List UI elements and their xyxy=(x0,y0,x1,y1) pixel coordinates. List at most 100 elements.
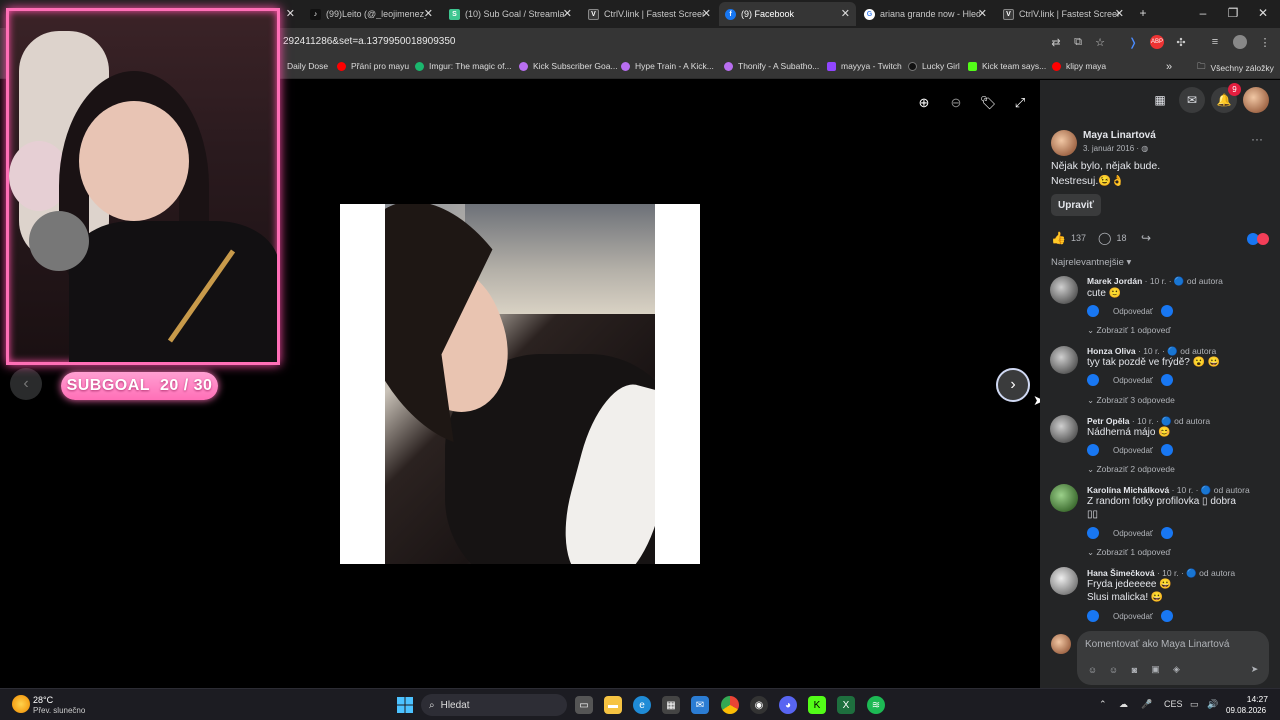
new-tab-button[interactable]: + xyxy=(1133,6,1153,20)
like-stat[interactable]: 👍 137 xyxy=(1051,231,1086,245)
github-icon[interactable]: ◉ xyxy=(750,696,768,714)
install-app-icon[interactable]: ⧉ xyxy=(1071,35,1085,49)
bookmark-item[interactable]: mayyya - Twitch xyxy=(827,61,902,71)
tab-close-partial[interactable]: ✕ xyxy=(283,2,297,26)
zoom-out-icon[interactable]: ⊖ xyxy=(944,91,968,115)
bookmark-item[interactable]: Thonify - A Subatho... xyxy=(724,61,819,71)
bookmark-item[interactable]: Kick team says... xyxy=(968,61,1046,71)
commenter-name[interactable]: Honza Oliva · 10 r. · 🔵 od autora xyxy=(1087,346,1216,357)
reply-link[interactable]: Odpovedať xyxy=(1113,612,1153,621)
commenter-name[interactable]: Marek Jordán · 10 r. · 🔵 od autora xyxy=(1087,276,1223,287)
windows-start-icon[interactable] xyxy=(396,696,414,714)
bookmark-item[interactable]: Hype Train - A Kick... xyxy=(621,61,714,71)
tab-streamlabs[interactable]: S (10) Sub Goal / Streamlabs ✕ xyxy=(443,2,578,26)
bookmark-item[interactable]: Imgur: The magic of... xyxy=(415,61,512,71)
commenter-avatar[interactable] xyxy=(1050,415,1078,443)
reply-link[interactable]: Odpovedať xyxy=(1113,446,1153,455)
reply-link[interactable]: Odpovedať xyxy=(1113,376,1153,385)
reading-list-icon[interactable]: ≡ xyxy=(1208,35,1222,49)
file-explorer-icon[interactable]: ▬ xyxy=(604,696,622,714)
account-avatar[interactable] xyxy=(1243,87,1269,113)
reply-link[interactable]: Odpovedať xyxy=(1113,529,1153,538)
adblock-icon[interactable]: ABP xyxy=(1150,35,1164,49)
commenter-name[interactable]: Hana Šimečková · 10 r. · 🔵 od autora xyxy=(1087,568,1235,579)
commenter-avatar[interactable] xyxy=(1050,276,1078,304)
tag-icon[interactable]: 🏷 xyxy=(976,91,1000,115)
bookmark-item[interactable]: Lucky Girl xyxy=(908,61,960,71)
volume-icon[interactable]: 🔊 xyxy=(1207,699,1218,710)
gif-icon[interactable]: ▣ xyxy=(1150,664,1161,675)
edit-post-button[interactable]: Upraviť xyxy=(1051,194,1101,216)
weather-sun-icon[interactable] xyxy=(12,695,30,713)
next-photo-button[interactable]: › xyxy=(996,368,1030,402)
microphone-icon[interactable]: 🎤 xyxy=(1141,699,1152,710)
reply-link[interactable]: Odpovedať xyxy=(1113,307,1153,316)
url-field[interactable]: 292411286&set=a.1379950018909350 xyxy=(283,36,456,47)
bookmark-item[interactable]: Přání pro mayu xyxy=(337,61,409,71)
onedrive-icon[interactable]: ☁ xyxy=(1119,699,1128,710)
chrome-icon[interactable] xyxy=(721,696,739,714)
tab-ctrlv-2[interactable]: V CtrlV.link | Fastest Screen ✕ xyxy=(997,2,1130,26)
close-icon[interactable]: ✕ xyxy=(1115,7,1124,20)
previous-photo-button[interactable]: ‹ xyxy=(10,368,42,400)
tab-tiktok[interactable]: ♪ (99)Leito (@_leojimenez_( ✕ xyxy=(304,2,439,26)
like-icon[interactable] xyxy=(1087,305,1099,317)
zoom-in-icon[interactable]: ⊕ xyxy=(912,91,936,115)
weather-desc[interactable]: Přev. slunečno xyxy=(33,706,85,715)
weather-temp[interactable]: 28°C xyxy=(33,695,53,705)
post-author-avatar[interactable] xyxy=(1051,130,1077,156)
send-icon[interactable]: ➤ xyxy=(1249,664,1260,675)
minimize-icon[interactable]: – xyxy=(1193,6,1213,20)
commenter-avatar[interactable] xyxy=(1050,484,1078,512)
store-icon[interactable]: ▦ xyxy=(662,696,680,714)
bookmark-item[interactable]: Daily Dose xyxy=(287,61,328,71)
profile-icon[interactable] xyxy=(1233,35,1247,49)
view-replies-link[interactable]: ⌄ Zobraziť 1 odpoveď xyxy=(1087,547,1171,558)
close-icon[interactable]: ✕ xyxy=(563,7,572,20)
bookmark-star-icon[interactable]: ☆ xyxy=(1093,35,1107,49)
view-replies-link[interactable]: ⌄ Zobraziť 2 odpovede xyxy=(1087,464,1175,475)
tab-facebook[interactable]: f (9) Facebook ✕ xyxy=(719,2,856,26)
like-icon[interactable] xyxy=(1087,610,1099,622)
language-indicator[interactable]: CES xyxy=(1164,699,1183,709)
bookmark-item[interactable]: klipy maya xyxy=(1052,61,1106,71)
sticker-icon[interactable]: ◈ xyxy=(1171,664,1182,675)
all-bookmarks-button[interactable]: 🗀 Všechny záložky xyxy=(1197,61,1274,75)
close-icon[interactable]: ✕ xyxy=(424,7,433,20)
tab-ctrlv[interactable]: V CtrlV.link | Fastest Screen ✕ xyxy=(582,2,717,26)
clock-time[interactable]: 14:27 xyxy=(1228,694,1268,704)
share-icon[interactable]: ↪ xyxy=(1141,231,1151,245)
comment-stat[interactable]: ◯ 18 xyxy=(1098,231,1126,245)
translate-icon[interactable]: ⇄ xyxy=(1049,35,1063,49)
edge-icon[interactable]: e xyxy=(633,696,651,714)
messenger-icon[interactable]: ✉ xyxy=(1179,87,1205,113)
comment-sort-dropdown[interactable]: Najrelevantnejšie ▾ xyxy=(1051,257,1131,268)
post-author-name[interactable]: Maya Linartová xyxy=(1083,130,1156,141)
tray-chevron-icon[interactable]: ⌃ xyxy=(1099,699,1107,710)
extension-icon[interactable]: ❭ xyxy=(1126,35,1140,49)
menu-grid-icon[interactable]: ▦ xyxy=(1147,87,1173,113)
view-replies-link[interactable]: ⌄ Zobraziť 3 odpovede xyxy=(1087,395,1175,406)
kick-app-icon[interactable]: K xyxy=(808,696,826,714)
task-view-icon[interactable]: ▭ xyxy=(575,696,593,714)
comment-input[interactable]: Komentovať ako Maya Linartová ☺ ☺ ◙ ▣ ◈ … xyxy=(1077,631,1269,685)
more-bookmarks-button[interactable]: » xyxy=(1166,61,1172,73)
like-icon[interactable] xyxy=(1087,527,1099,539)
menu-dots-icon[interactable]: ⋮ xyxy=(1258,35,1272,49)
camera-icon[interactable]: ◙ xyxy=(1129,664,1140,675)
view-replies-link[interactable]: ⌄ Zobraziť 1 odpoveď xyxy=(1087,325,1171,336)
commenter-name[interactable]: Petr Opěla · 10 r. · 🔵 od autora xyxy=(1087,416,1210,427)
bookmark-item[interactable]: Kick Subscriber Goa... xyxy=(519,61,618,71)
outlook-icon[interactable]: ✉ xyxy=(691,696,709,714)
tab-google[interactable]: G ariana grande now - Hledat ✕ xyxy=(858,2,993,26)
like-icon[interactable] xyxy=(1087,444,1099,456)
spotify-icon[interactable]: ≋ xyxy=(867,696,885,714)
avatar-sticker-icon[interactable]: ☺ xyxy=(1087,664,1098,675)
clock-date[interactable]: 09.08.2026 xyxy=(1226,706,1266,715)
maximize-icon[interactable]: ❐ xyxy=(1223,6,1243,20)
commenter-avatar[interactable] xyxy=(1050,567,1078,595)
fullscreen-icon[interactable]: ⤢ xyxy=(1008,91,1032,115)
commenter-avatar[interactable] xyxy=(1050,346,1078,374)
discord-icon[interactable]: ◕ xyxy=(779,696,797,714)
network-icon[interactable]: ▭ xyxy=(1190,699,1199,710)
